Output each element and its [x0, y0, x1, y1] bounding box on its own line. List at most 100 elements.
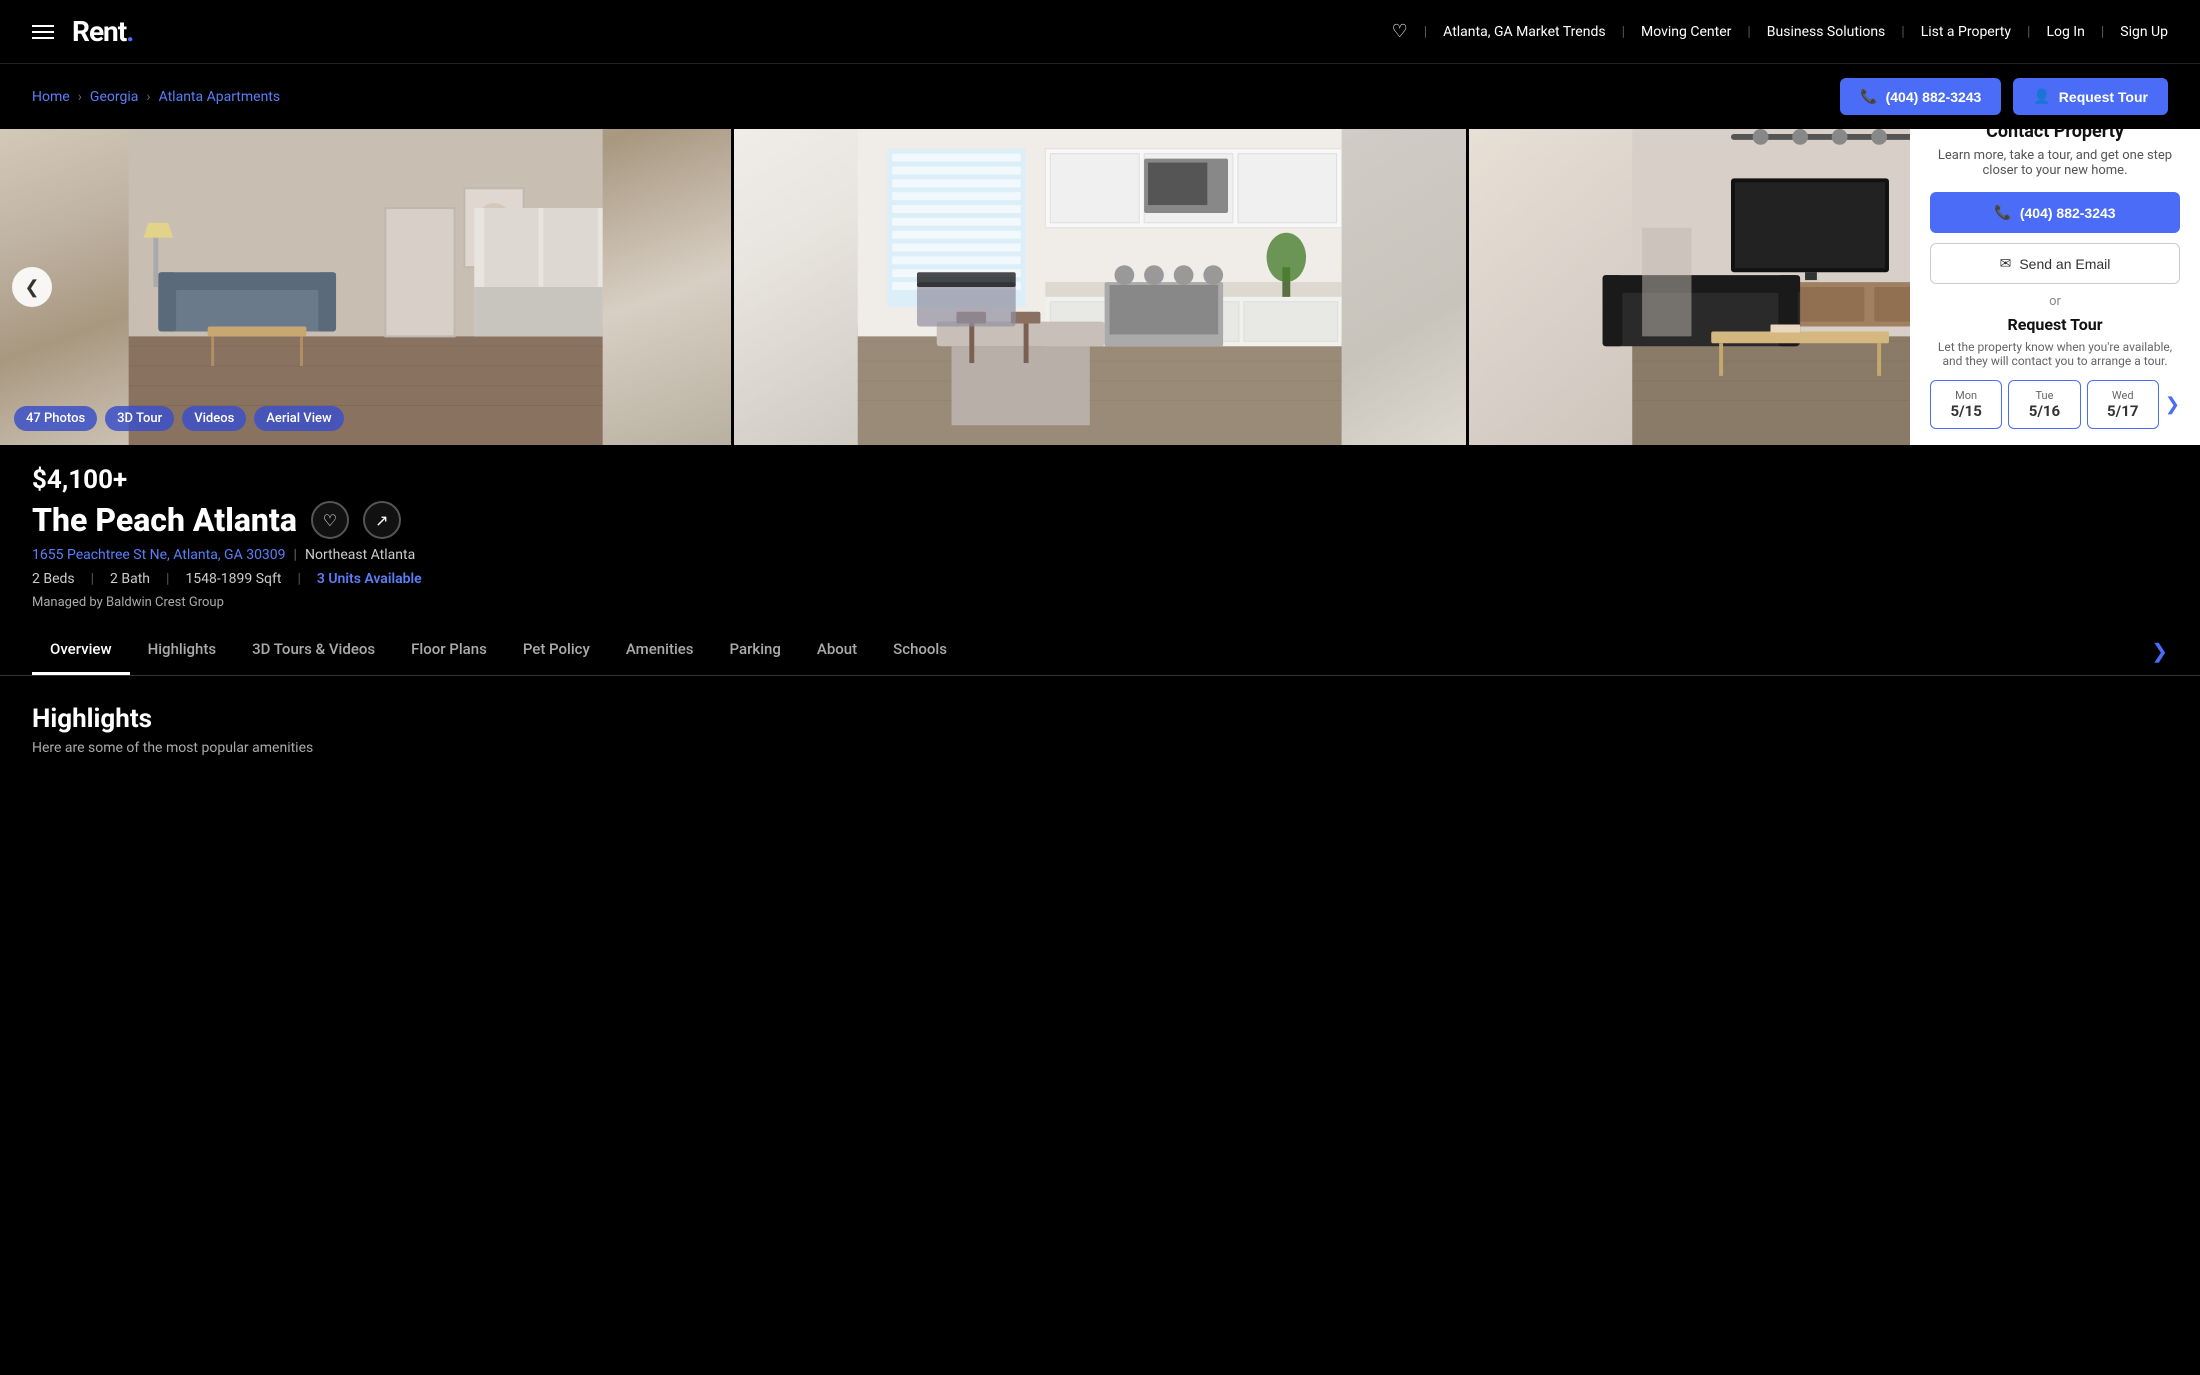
tabs-next-button[interactable]: ❯: [2151, 639, 2168, 663]
property-address[interactable]: 1655 Peachtree St Ne, Atlanta, GA 30309: [32, 547, 286, 563]
tour-date-wed-date: 5/17: [2092, 402, 2154, 420]
highlights-section: Highlights Here are some of the most pop…: [0, 676, 2200, 784]
tour-date-mon-day: Mon: [1935, 389, 1997, 402]
property-neighborhood: Northeast Atlanta: [305, 547, 415, 563]
contact-email-label: Send an Email: [2019, 256, 2110, 272]
nav-moving-center[interactable]: Moving Center: [1641, 24, 1731, 40]
breadcrumb-bar: Home › Georgia › Atlanta Apartments 📞 (4…: [0, 64, 2200, 129]
contact-email-button[interactable]: ✉ Send an Email: [1930, 243, 2180, 284]
managed-by: Managed by Baldwin Crest Group: [32, 595, 2168, 610]
logo-text: Rent.: [72, 15, 133, 48]
tab-schools[interactable]: Schools: [875, 626, 965, 675]
tour-date-wed-day: Wed: [2092, 389, 2154, 402]
logo-dot: .: [126, 15, 133, 48]
tab-about[interactable]: About: [799, 626, 875, 675]
phone-icon: 📞: [1860, 88, 1877, 105]
header-phone-button[interactable]: 📞 (404) 882-3243: [1840, 78, 2001, 115]
hamburger-menu[interactable]: [32, 25, 54, 39]
videos-badge[interactable]: Videos: [182, 406, 246, 431]
main-nav: ♡ | Atlanta, GA Market Trends | Moving C…: [1392, 21, 2168, 42]
property-baths: 2 Bath: [110, 571, 150, 587]
property-sqft: 1548-1899 Sqft: [185, 571, 281, 587]
site-logo[interactable]: Rent.: [72, 15, 133, 48]
gallery-prev-button[interactable]: ❮: [12, 267, 52, 307]
nav-sep-4: |: [1901, 24, 1904, 40]
breadcrumb-city[interactable]: Atlanta Apartments: [159, 89, 281, 105]
contact-card-title: Contact Property: [1930, 129, 2180, 142]
tour-date-mon[interactable]: Mon 5/15: [1930, 380, 2002, 429]
tab-amenities[interactable]: Amenities: [608, 626, 712, 675]
gallery-image-1: [0, 129, 731, 445]
breadcrumb-sep-1: ›: [78, 89, 82, 105]
contact-phone-button[interactable]: 📞 (404) 882-3243: [1930, 192, 2180, 233]
email-icon: ✉: [2000, 255, 2012, 272]
nav-sep-5: |: [2027, 24, 2030, 40]
heart-icon: ♡: [323, 511, 337, 530]
gallery-badges: 47 Photos 3D Tour Videos Aerial View: [14, 406, 344, 431]
header-phone-label: (404) 882-3243: [1886, 89, 1982, 105]
site-header: Rent. ♡ | Atlanta, GA Market Trends | Mo…: [0, 0, 2200, 64]
breadcrumb-home[interactable]: Home: [32, 89, 70, 105]
property-price: $4,100+: [32, 465, 2168, 495]
contact-phone-number: (404) 882-3243: [2020, 205, 2116, 221]
tour-date-wed[interactable]: Wed 5/17: [2087, 380, 2159, 429]
nav-sep-2: |: [1622, 24, 1625, 40]
dates-next-button[interactable]: ❯: [2165, 394, 2180, 415]
tour-3d-badge[interactable]: 3D Tour: [105, 406, 174, 431]
breadcrumb: Home › Georgia › Atlanta Apartments: [32, 89, 280, 105]
contact-tour-title: Request Tour: [1930, 315, 2180, 334]
gallery-image-2: [734, 129, 1465, 445]
tab-overview[interactable]: Overview: [32, 626, 130, 675]
nav-market-trends[interactable]: Atlanta, GA Market Trends: [1443, 24, 1605, 40]
photos-badge[interactable]: 47 Photos: [14, 406, 97, 431]
property-info: $4,100+ The Peach Atlanta ♡ ↗ 1655 Peach…: [0, 445, 2200, 610]
breadcrumb-state[interactable]: Georgia: [90, 89, 138, 105]
contact-card-desc: Learn more, take a tour, and get one ste…: [1930, 148, 2180, 178]
highlights-title: Highlights: [32, 704, 2168, 734]
share-button[interactable]: ↗: [363, 501, 401, 539]
property-beds: 2 Beds: [32, 571, 75, 587]
contact-card: Contact Property Learn more, take a tour…: [1910, 129, 2200, 445]
property-details: 2 Beds | 2 Bath | 1548-1899 Sqft | 3 Uni…: [32, 571, 2168, 587]
favorite-button[interactable]: ♡: [311, 501, 349, 539]
tour-date-tue-day: Tue: [2013, 389, 2075, 402]
contact-or: or: [1930, 294, 2180, 309]
tab-floor-plans[interactable]: Floor Plans: [393, 626, 505, 675]
property-name: The Peach Atlanta: [32, 501, 297, 539]
save-icon[interactable]: ♡: [1392, 21, 1408, 42]
nav-business-solutions[interactable]: Business Solutions: [1767, 24, 1886, 40]
tab-pet-policy[interactable]: Pet Policy: [505, 626, 608, 675]
nav-login[interactable]: Log In: [2046, 24, 2084, 40]
address-sep: |: [294, 547, 297, 563]
units-available-link[interactable]: 3 Units Available: [317, 571, 422, 587]
nav-signup[interactable]: Sign Up: [2120, 24, 2168, 40]
nav-list-property[interactable]: List a Property: [1921, 24, 2011, 40]
tour-dates: Mon 5/15 Tue 5/16 Wed 5/17 ❯: [1930, 380, 2180, 429]
tab-highlights[interactable]: Highlights: [130, 626, 235, 675]
tab-parking[interactable]: Parking: [712, 626, 799, 675]
breadcrumb-actions: 📞 (404) 882-3243 👤 Request Tour: [1840, 78, 2168, 115]
nav-sep-6: |: [2101, 24, 2104, 40]
tour-date-tue[interactable]: Tue 5/16: [2008, 380, 2080, 429]
chevron-left-icon: ❮: [24, 277, 39, 298]
breadcrumb-sep-2: ›: [146, 89, 150, 105]
aerial-badge[interactable]: Aerial View: [254, 406, 343, 431]
header-left: Rent.: [32, 15, 133, 48]
tour-date-tue-date: 5/16: [2013, 402, 2075, 420]
phone-icon: 📞: [1994, 204, 2011, 221]
share-icon: ↗: [375, 511, 388, 530]
tour-date-mon-date: 5/15: [1935, 402, 1997, 420]
photo-gallery: ❮ ❯ 47 Photos 3D Tour Videos Aerial View…: [0, 129, 2200, 445]
tabs-bar: Overview Highlights 3D Tours & Videos Fl…: [0, 626, 2200, 676]
gallery-photo-2: [731, 129, 1465, 445]
tab-3d-tours[interactable]: 3D Tours & Videos: [234, 626, 393, 675]
header-tour-label: Request Tour: [2059, 89, 2148, 105]
address-row: 1655 Peachtree St Ne, Atlanta, GA 30309 …: [32, 547, 2168, 563]
nav-sep-1: |: [1424, 24, 1427, 40]
property-name-row: The Peach Atlanta ♡ ↗: [32, 501, 2168, 539]
nav-sep-3: |: [1747, 24, 1750, 40]
gallery-photo-1: [0, 129, 731, 445]
header-tour-button[interactable]: 👤 Request Tour: [2013, 78, 2168, 115]
contact-tour-desc: Let the property know when you're availa…: [1930, 340, 2180, 368]
highlights-subtitle: Here are some of the most popular amenit…: [32, 740, 2168, 756]
